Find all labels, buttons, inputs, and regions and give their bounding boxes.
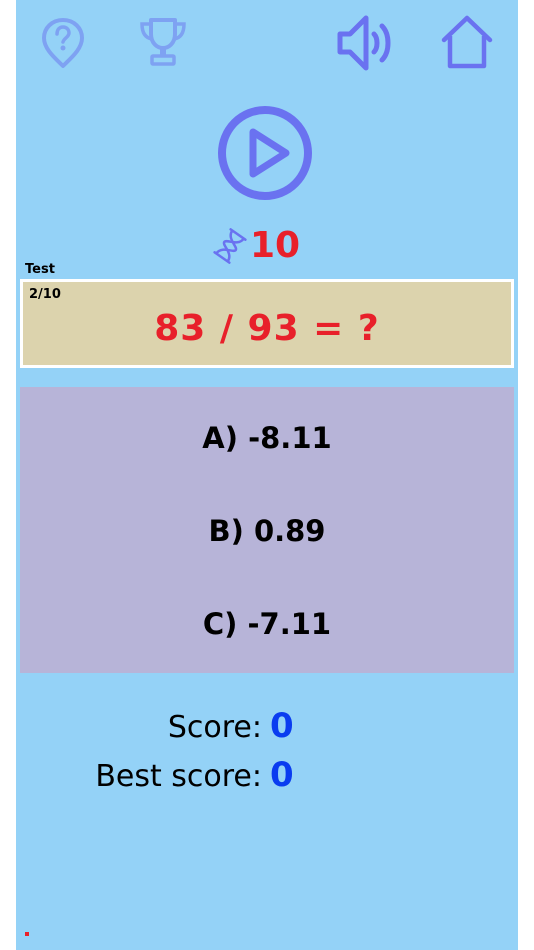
best-score-label: Best score: <box>95 759 262 794</box>
best-score-value: 0 <box>270 755 294 795</box>
answers-panel: A) -8.11 B) 0.89 C) -7.11 <box>20 387 514 673</box>
question-box: 2/10 83 / 93 = ? <box>20 279 514 368</box>
home-icon[interactable] <box>440 14 494 70</box>
score-label: Score: <box>167 710 262 745</box>
timer: 10 <box>212 228 300 264</box>
progress-indicator: 2/10 <box>29 287 61 302</box>
timer-value: 10 <box>250 225 301 266</box>
score-value: 0 <box>270 706 294 746</box>
question-text: 83 / 93 = ? <box>154 308 380 349</box>
speaker-icon[interactable] <box>334 12 400 74</box>
mode-label: Test <box>25 262 55 277</box>
help-icon[interactable] <box>40 16 86 70</box>
best-score-row: Best score: 0 <box>16 755 294 795</box>
game-screen: 10 Test 2/10 83 / 93 = ? A) -8.11 B) 0.8… <box>16 0 518 950</box>
answer-option-b[interactable]: B) 0.89 <box>20 514 514 548</box>
marker-dot <box>25 932 29 936</box>
play-button[interactable] <box>216 104 314 202</box>
play-icon <box>218 106 312 200</box>
hourglass-icon <box>213 228 247 264</box>
trophy-icon[interactable] <box>136 16 190 68</box>
score-row: Score: 0 <box>16 706 294 746</box>
answer-option-c[interactable]: C) -7.11 <box>20 607 514 641</box>
answer-option-a[interactable]: A) -8.11 <box>20 421 514 455</box>
